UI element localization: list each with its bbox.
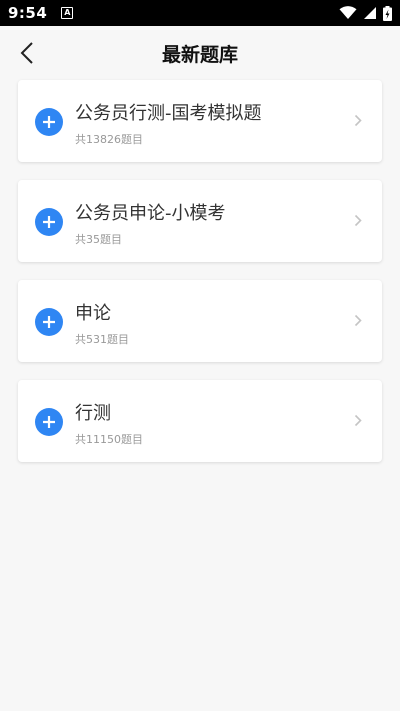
- status-time: 9:54: [8, 4, 48, 22]
- bank-count: 共35题目: [75, 233, 122, 246]
- add-icon[interactable]: [35, 108, 63, 136]
- add-icon[interactable]: [35, 208, 63, 236]
- bank-name: 公务员行测-国考模拟题: [75, 103, 262, 124]
- bank-name: 公务员申论-小模考: [75, 203, 226, 224]
- signal-icon: [364, 7, 376, 19]
- question-bank-card[interactable]: 申论 共531题目: [18, 280, 382, 362]
- bank-name: 行测: [75, 403, 111, 424]
- chevron-right-icon: [354, 114, 362, 127]
- status-icons: [339, 5, 392, 21]
- notification-icon: A: [61, 7, 74, 19]
- chevron-right-icon: [354, 414, 362, 427]
- question-bank-card[interactable]: 公务员申论-小模考 共35题目: [18, 180, 382, 262]
- chevron-right-icon: [354, 314, 362, 327]
- wifi-icon: [339, 6, 357, 19]
- title-bar: 最新题库: [0, 26, 400, 80]
- battery-icon: [383, 5, 392, 21]
- bank-count: 共531题目: [75, 333, 129, 346]
- bank-name: 申论: [75, 303, 111, 324]
- question-bank-card[interactable]: 公务员行测-国考模拟题 共13826题目: [18, 80, 382, 162]
- status-bar: 9:54 A: [0, 0, 400, 26]
- chevron-right-icon: [354, 214, 362, 227]
- question-bank-list: 公务员行测-国考模拟题 共13826题目 公务员申论-小模考 共35题目 申论 …: [18, 80, 382, 480]
- add-icon[interactable]: [35, 308, 63, 336]
- bank-count: 共13826题目: [75, 133, 143, 146]
- question-bank-card[interactable]: 行测 共11150题目: [18, 380, 382, 462]
- bank-count: 共11150题目: [75, 433, 143, 446]
- page-title: 最新题库: [161, 44, 238, 66]
- add-icon[interactable]: [35, 408, 63, 436]
